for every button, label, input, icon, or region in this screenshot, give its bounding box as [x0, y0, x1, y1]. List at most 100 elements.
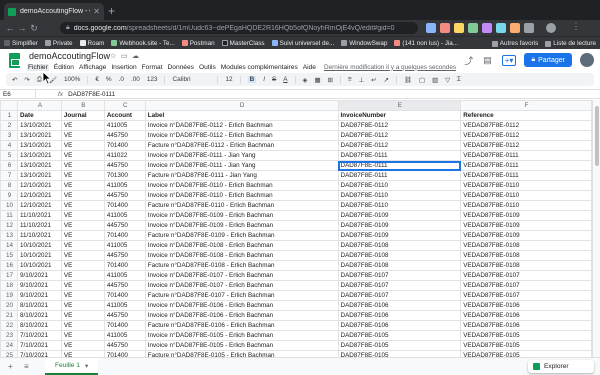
- text-wrap-icon[interactable]: ↵: [371, 76, 376, 84]
- table-cell[interactable]: 13/10/2021: [16, 170, 62, 181]
- table-cell[interactable]: VE: [60, 300, 105, 311]
- table-cell[interactable]: DAD87F8E-0109: [337, 230, 462, 241]
- table-cell[interactable]: Facture n°DAD87F8E-0106 - Erlich Bachman: [144, 320, 339, 331]
- table-cell[interactable]: 12/10/2021: [16, 200, 62, 211]
- table-cell[interactable]: VEDAD87F8E-0109: [460, 210, 592, 221]
- table-cell[interactable]: 13/10/2021: [16, 130, 62, 141]
- table-cell[interactable]: DAD87F8E-0111: [337, 170, 462, 181]
- table-cell[interactable]: 13/10/2021: [16, 140, 62, 151]
- move-folder-icon[interactable]: ▭: [121, 52, 128, 60]
- table-cell[interactable]: 10/10/2021: [16, 250, 62, 261]
- insert-chart-icon[interactable]: ▥: [432, 76, 438, 84]
- row-header[interactable]: 9: [0, 190, 18, 201]
- italic-button[interactable]: I: [263, 76, 265, 83]
- table-cell[interactable]: 445750: [103, 250, 146, 261]
- row-header[interactable]: 5: [0, 150, 18, 161]
- table-cell[interactable]: VE: [60, 190, 105, 201]
- table-cell[interactable]: VEDAD87F8E-0111: [460, 150, 592, 161]
- bold-button[interactable]: B: [247, 76, 257, 83]
- font-family-select[interactable]: Calibri: [172, 76, 210, 83]
- table-cell[interactable]: 12/10/2021: [16, 180, 62, 191]
- number-format-select[interactable]: 123: [147, 76, 158, 83]
- bookmark-item[interactable]: (141 non lus) - Jia...: [394, 40, 458, 47]
- menu-affichage[interactable]: Affichage: [79, 64, 106, 71]
- table-cell[interactable]: VEDAD87F8E-0106: [460, 310, 592, 321]
- table-cell[interactable]: 445750: [103, 160, 146, 171]
- menu-edition[interactable]: Édition: [54, 64, 74, 71]
- table-cell[interactable]: VEDAD87F8E-0111: [460, 160, 592, 171]
- menu-insertion[interactable]: Insertion: [111, 64, 136, 71]
- meet-icon[interactable]: +▾: [501, 54, 517, 66]
- column-header[interactable]: C: [103, 100, 146, 111]
- activity-trend-icon[interactable]: ⤴: [464, 54, 473, 67]
- table-cell[interactable]: Invoice n°DAD87F8E-0105 - Erlich Bachman: [144, 340, 339, 351]
- column-header[interactable]: D: [144, 100, 339, 111]
- bookmark-item[interactable]: Simplifier: [4, 40, 38, 47]
- table-cell[interactable]: 701300: [103, 170, 146, 181]
- header-cell[interactable]: Label: [144, 110, 339, 121]
- row-header[interactable]: 14: [0, 240, 18, 251]
- table-cell[interactable]: DAD87F8E-0109: [337, 210, 462, 221]
- new-tab-icon[interactable]: +: [108, 4, 115, 18]
- text-rotation-icon[interactable]: ↗: [384, 76, 389, 84]
- table-cell[interactable]: 411005: [103, 240, 146, 251]
- table-cell[interactable]: 10/10/2021: [16, 240, 62, 251]
- table-cell[interactable]: VE: [60, 250, 105, 261]
- table-cell[interactable]: DAD87F8E-0106: [337, 300, 462, 311]
- bookmark-item[interactable]: MasterClass: [221, 40, 265, 47]
- column-header[interactable]: F: [460, 100, 592, 111]
- table-cell[interactable]: 411005: [103, 180, 146, 191]
- star-icon[interactable]: ☆: [110, 52, 116, 60]
- header-cell[interactable]: Reference: [460, 110, 592, 121]
- table-cell[interactable]: Invoice n°DAD87F8E-0110 - Erlich Bachman: [144, 180, 339, 191]
- table-cell[interactable]: 9/10/2021: [16, 290, 62, 301]
- bookmark-item[interactable]: WindowSwap: [341, 40, 387, 47]
- row-header[interactable]: 11: [0, 210, 18, 221]
- table-cell[interactable]: DAD87F8E-0107: [337, 280, 462, 291]
- row-header[interactable]: 4: [0, 140, 18, 151]
- row-header[interactable]: 8: [0, 180, 18, 191]
- table-cell[interactable]: 8/10/2021: [16, 320, 62, 331]
- table-cell[interactable]: VE: [60, 280, 105, 291]
- menu-kebab-icon[interactable]: ⋮: [570, 21, 582, 32]
- selected-cell[interactable]: DAD87F8E-0111: [337, 160, 462, 171]
- table-cell[interactable]: DAD87F8E-0108: [337, 250, 462, 261]
- header-cell[interactable]: InvoiceNumber: [337, 110, 462, 121]
- table-cell[interactable]: Facture n°DAD87F8E-0107 - Erlich Bachman: [144, 290, 339, 301]
- table-cell[interactable]: 9/10/2021: [16, 270, 62, 281]
- row-header[interactable]: 21: [0, 310, 18, 321]
- table-cell[interactable]: Invoice n°DAD87F8E-0106 - Erlich Bachman: [144, 300, 339, 311]
- last-edit-link[interactable]: Dernière modification il y a quelques se…: [324, 64, 456, 71]
- font-size-select[interactable]: 12: [225, 76, 232, 83]
- table-cell[interactable]: DAD87F8E-0112: [337, 140, 462, 151]
- table-cell[interactable]: DAD87F8E-0112: [337, 120, 462, 131]
- row-header[interactable]: 13: [0, 230, 18, 241]
- table-cell[interactable]: VE: [60, 320, 105, 331]
- forward-icon[interactable]: →: [16, 23, 28, 33]
- menu-fichier[interactable]: Fichier: [27, 63, 49, 71]
- table-cell[interactable]: VEDAD87F8E-0107: [460, 270, 592, 281]
- row-header[interactable]: 7: [0, 170, 18, 181]
- zoom-select[interactable]: 100%: [64, 76, 80, 83]
- table-cell[interactable]: VE: [60, 260, 105, 271]
- row-header[interactable]: 16: [0, 260, 18, 271]
- row-header[interactable]: 10: [0, 200, 18, 211]
- vertical-scrollbar[interactable]: [592, 100, 600, 357]
- table-cell[interactable]: Invoice n°DAD87F8E-0111 - Jian Yang: [144, 160, 339, 171]
- table-cell[interactable]: VEDAD87F8E-0111: [460, 170, 592, 181]
- table-cell[interactable]: 701400: [103, 260, 146, 271]
- explore-button[interactable]: Explorer: [528, 360, 594, 373]
- undo-icon[interactable]: ↶: [12, 76, 17, 84]
- row-header[interactable]: 15: [0, 250, 18, 261]
- sheets-logo-icon[interactable]: [9, 53, 20, 68]
- row-header[interactable]: 17: [0, 270, 18, 281]
- bookmark-item[interactable]: Postman: [181, 40, 215, 47]
- insert-comment-icon[interactable]: ▢: [419, 76, 425, 84]
- table-cell[interactable]: 445750: [103, 280, 146, 291]
- extension-icon[interactable]: [468, 23, 478, 33]
- table-cell[interactable]: VE: [60, 150, 105, 161]
- filter-icon[interactable]: ▽: [445, 76, 450, 84]
- bookmark-item[interactable]: Roam: [79, 40, 104, 47]
- bookmark-folder[interactable]: Autres favoris: [491, 40, 538, 47]
- address-bar[interactable]: 🔒︎ docs.google.com/spreadsheets/d/1mUudc…: [60, 22, 418, 34]
